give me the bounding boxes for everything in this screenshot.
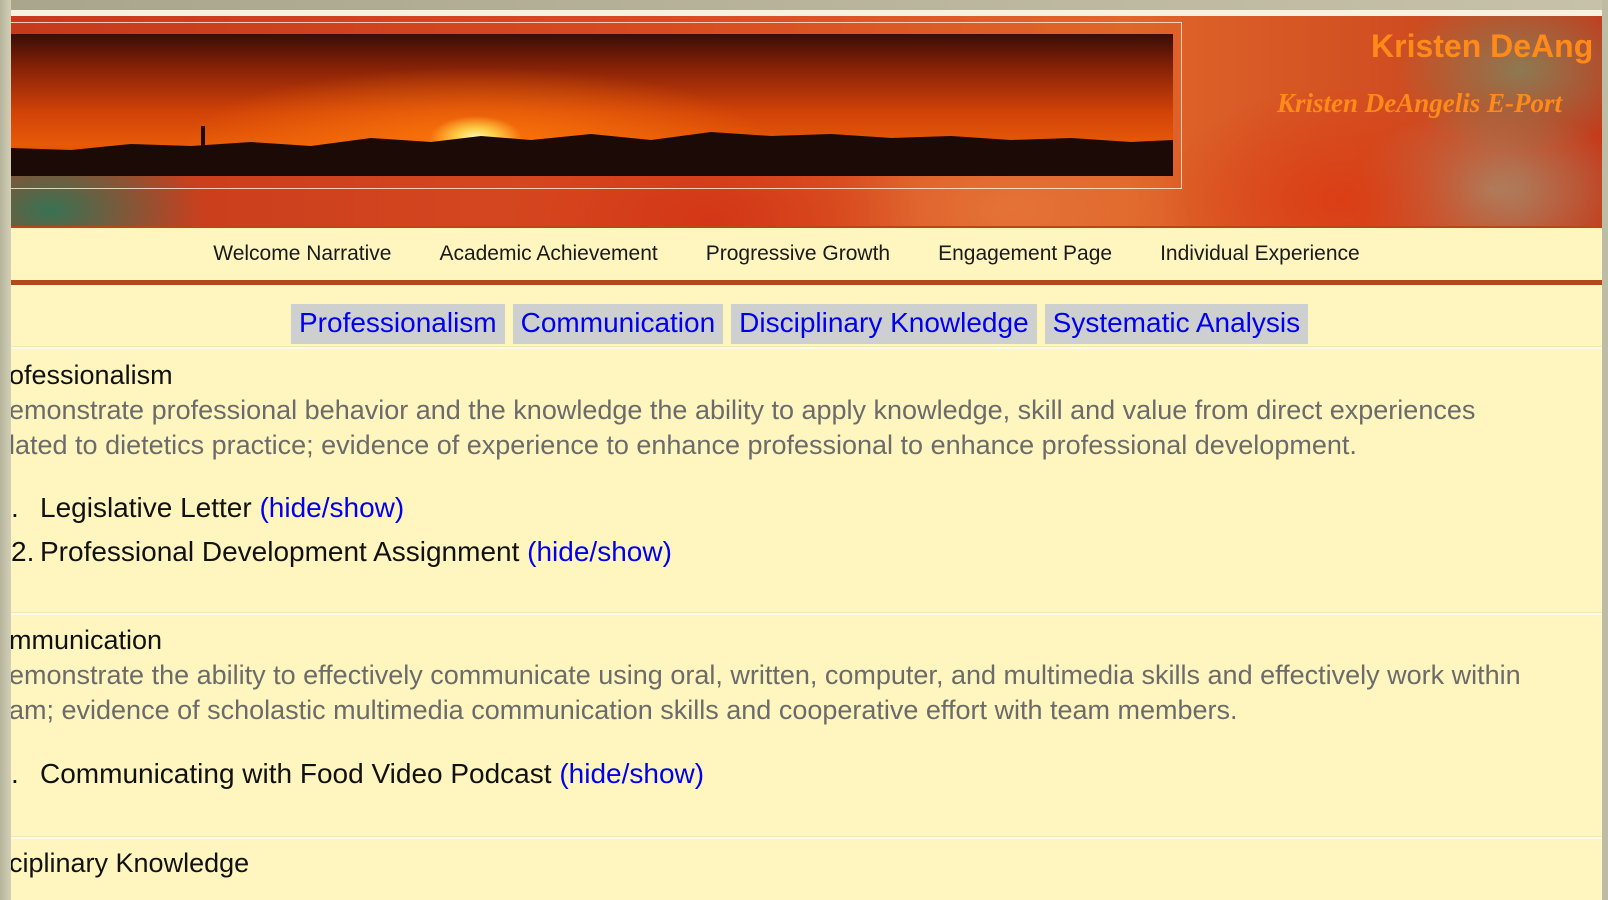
section-divider	[11, 346, 1602, 349]
list-item-label: Legislative Letter	[40, 492, 252, 523]
section-desc-line: emonstrate professional behavior and the…	[11, 395, 1476, 425]
nav-item-welcome-narrative[interactable]: Welcome Narrative	[213, 242, 391, 266]
section-desc-line: lated to dietetics practice; evidence of…	[11, 430, 1357, 460]
nav-bottom-rule	[11, 280, 1602, 285]
sunset-photo	[11, 34, 1173, 176]
tab-communication[interactable]: Communication	[512, 304, 724, 344]
section-title-disciplinary-knowledge: ciplinary Knowledge	[11, 848, 250, 878]
site-title: Kristen DeAng	[1371, 28, 1594, 64]
list-item-legislative-letter: . Legislative Letter (hide/show)	[11, 492, 404, 524]
section-desc-line: emonstrate the ability to effectively co…	[11, 660, 1521, 690]
nav-item-engagement-page[interactable]: Engagement Page	[938, 242, 1112, 266]
section-divider	[11, 612, 1602, 615]
main-nav: Welcome Narrative Academic Achievement P…	[11, 230, 1602, 278]
section-tabs: Professionalism Communication Disciplina…	[291, 304, 1309, 344]
tab-disciplinary-knowledge[interactable]: Disciplinary Knowledge	[731, 304, 1037, 344]
header-banner: Kristen DeAng Kristen DeAngelis E-Port	[11, 10, 1602, 228]
nav-item-individual-experience[interactable]: Individual Experience	[1160, 242, 1360, 266]
section-title-professionalism: ofessionalism	[11, 360, 173, 390]
mountain-silhouette	[11, 126, 1173, 176]
hide-show-toggle[interactable]: (hide/show)	[559, 758, 704, 789]
site-subtitle: Kristen DeAngelis E-Port	[1277, 88, 1563, 118]
list-item-label: Communicating with Food Video Podcast	[40, 758, 552, 789]
header-top-rule	[11, 10, 1602, 16]
page: Kristen DeAng Kristen DeAngelis E-Port W…	[11, 10, 1602, 900]
list-item-number: .	[11, 758, 19, 789]
tab-systematic-analysis[interactable]: Systematic Analysis	[1044, 304, 1309, 344]
hide-show-toggle[interactable]: (hide/show)	[259, 492, 404, 523]
hide-show-toggle[interactable]: (hide/show)	[527, 536, 672, 567]
nav-item-progressive-growth[interactable]: Progressive Growth	[706, 242, 890, 266]
list-item-number: .	[11, 492, 19, 523]
section-title-communication: mmunication	[11, 625, 163, 655]
list-item-professional-development: 2. Professional Development Assignment (h…	[11, 536, 672, 568]
section-divider	[11, 836, 1602, 839]
list-item-food-video-podcast: . Communicating with Food Video Podcast (…	[11, 758, 704, 790]
right-window-edge	[1602, 0, 1608, 900]
browser-top-edge	[0, 0, 1608, 10]
list-item-number: 2.	[11, 536, 35, 567]
nav-item-academic-achievement[interactable]: Academic Achievement	[439, 242, 657, 266]
left-window-edge	[0, 0, 11, 900]
header-bottom-rule	[11, 226, 1602, 228]
list-item-label: Professional Development Assignment	[40, 536, 520, 567]
section-desc-line: am; evidence of scholastic multimedia co…	[11, 695, 1238, 725]
tab-professionalism[interactable]: Professionalism	[291, 304, 505, 344]
